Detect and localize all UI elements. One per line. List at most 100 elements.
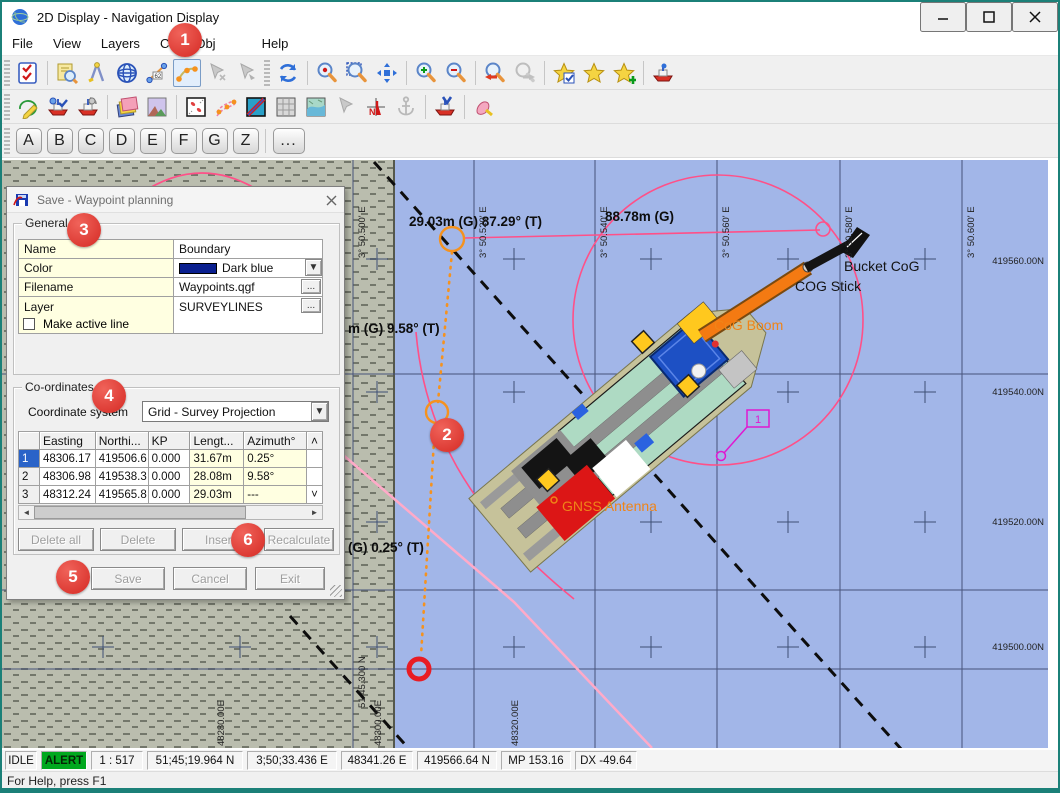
zoom-next-button[interactable]: [511, 59, 539, 87]
row1-length[interactable]: 31.67m: [190, 450, 244, 468]
dialog-title-bar[interactable]: Save - Waypoint planning: [7, 187, 344, 213]
toolbar-grip[interactable]: [4, 128, 10, 154]
cursor-select-button[interactable]: [233, 59, 261, 87]
view-button-a[interactable]: A: [16, 128, 42, 154]
scatter-tile-button[interactable]: [182, 93, 210, 121]
zoom-out-button[interactable]: [442, 59, 470, 87]
route-dots-button[interactable]: [212, 93, 240, 121]
diagonal-tile-button[interactable]: [242, 93, 270, 121]
map-tile-button[interactable]: [302, 93, 330, 121]
row2-azimuth[interactable]: 9.58°: [244, 468, 307, 486]
dividers-button[interactable]: [83, 59, 111, 87]
view-button-z[interactable]: Z: [233, 128, 259, 154]
row2-num[interactable]: 2: [19, 468, 40, 486]
toolbar-grip[interactable]: [4, 94, 10, 120]
col-easting[interactable]: Easting: [40, 432, 96, 450]
toolbar-grip[interactable]: [264, 60, 270, 86]
dialog-resize-grip[interactable]: [330, 585, 342, 597]
refresh-button[interactable]: [274, 59, 302, 87]
hscroll-thumb[interactable]: [34, 506, 246, 519]
layer-input[interactable]: SURVEYLINES ...: [174, 297, 322, 316]
row3-northing[interactable]: 419565.8: [96, 486, 149, 504]
hscroll-left-icon[interactable]: ◄: [19, 506, 34, 519]
grid-tile-button[interactable]: [272, 93, 300, 121]
row1-azimuth[interactable]: 0.25°: [244, 450, 307, 468]
maximize-button[interactable]: [966, 2, 1012, 32]
row3-length[interactable]: 29.03m: [190, 486, 244, 504]
menu-view[interactable]: View: [43, 34, 91, 53]
table-hscrollbar[interactable]: ◄ ►: [18, 505, 323, 520]
coordinate-system-select[interactable]: Grid - Survey Projection ▼: [142, 401, 329, 422]
vessel-antenna-button[interactable]: [74, 93, 102, 121]
exit-button[interactable]: Exit: [255, 567, 325, 590]
north-arrow-button[interactable]: N: [362, 93, 390, 121]
row1-easting[interactable]: 48306.17: [40, 450, 96, 468]
notes-search-button[interactable]: [53, 59, 81, 87]
eraser-button[interactable]: [470, 93, 498, 121]
make-active-checkbox-cell[interactable]: Make active line: [19, 315, 174, 333]
draw-area-button[interactable]: [14, 93, 42, 121]
globe-button[interactable]: [113, 59, 141, 87]
col-kp[interactable]: KP: [149, 432, 191, 450]
view-button-e[interactable]: E: [140, 128, 166, 154]
menu-help[interactable]: Help: [252, 34, 299, 53]
cursor-track-button[interactable]: [203, 59, 231, 87]
col-length[interactable]: Lengt...: [190, 432, 244, 450]
waypoint-line-button[interactable]: [173, 59, 201, 87]
waypoint-row-2[interactable]: 2 48306.98 419538.3 0.000 28.08m 9.58°: [19, 468, 323, 486]
color-dropdown[interactable]: Dark blue ▼: [174, 259, 322, 277]
view-button-d[interactable]: D: [109, 128, 135, 154]
view-button-g[interactable]: G: [202, 128, 228, 154]
anchor-button[interactable]: [392, 93, 420, 121]
save-button[interactable]: Save: [91, 567, 165, 590]
layer-sheets-button[interactable]: [113, 93, 141, 121]
waypoint-row-1[interactable]: 1 48306.17 419506.6 0.000 31.67m 0.25°: [19, 450, 323, 468]
delete-button[interactable]: Delete: [100, 528, 176, 551]
vessel-check-button[interactable]: [44, 93, 72, 121]
make-active-checkbox[interactable]: [23, 318, 35, 330]
filename-input[interactable]: Waypoints.qgf ...: [174, 278, 322, 296]
zoom-point-button[interactable]: [313, 59, 341, 87]
coordinate-system-arrow-icon[interactable]: ▼: [311, 402, 328, 421]
terrain-button[interactable]: [143, 93, 171, 121]
hscroll-right-icon[interactable]: ►: [307, 506, 322, 519]
table-scroll-track[interactable]: [307, 450, 323, 468]
menu-layers[interactable]: Layers: [91, 34, 150, 53]
row3-azimuth[interactable]: ---: [244, 486, 307, 504]
menu-file[interactable]: File: [2, 34, 43, 53]
zoom-in-button[interactable]: [412, 59, 440, 87]
view-button-f[interactable]: F: [171, 128, 197, 154]
row2-northing[interactable]: 419538.3: [96, 468, 149, 486]
favorite-check-button[interactable]: [550, 59, 578, 87]
row3-kp[interactable]: 0.000: [149, 486, 191, 504]
dialog-close-icon[interactable]: [322, 191, 340, 209]
waypoint-row-3[interactable]: 3 48312.24 419565.8 0.000 29.03m --- ˅: [19, 486, 323, 504]
zoom-previous-button[interactable]: [481, 59, 509, 87]
cursor-flag-button[interactable]: [332, 93, 360, 121]
cancel-button[interactable]: Cancel: [173, 567, 247, 590]
view-button-b[interactable]: B: [47, 128, 73, 154]
layer-browse-button[interactable]: ...: [301, 298, 321, 313]
table-scroll-track[interactable]: [307, 468, 323, 486]
pan-button[interactable]: [373, 59, 401, 87]
delete-all-button[interactable]: Delete all: [18, 528, 94, 551]
row3-easting[interactable]: 48312.24: [40, 486, 96, 504]
filename-browse-button[interactable]: ...: [301, 279, 321, 294]
favorite-button[interactable]: [580, 59, 608, 87]
measure-distance-button[interactable]: 62: [143, 59, 171, 87]
vessel-flag-button[interactable]: [431, 93, 459, 121]
zoom-window-button[interactable]: [343, 59, 371, 87]
minimize-button[interactable]: [920, 2, 966, 32]
color-dropdown-arrow-icon[interactable]: ▼: [305, 259, 322, 276]
toolbar-grip[interactable]: [4, 60, 10, 86]
close-button[interactable]: [1012, 2, 1058, 32]
row2-kp[interactable]: 0.000: [149, 468, 191, 486]
row1-kp[interactable]: 0.000: [149, 450, 191, 468]
view-button-more[interactable]: ...: [273, 128, 305, 154]
view-button-c[interactable]: C: [78, 128, 104, 154]
col-northing[interactable]: Northi...: [96, 432, 149, 450]
recalculate-button[interactable]: Recalculate: [264, 528, 334, 551]
table-scroll-up-icon[interactable]: ˄: [307, 432, 323, 450]
table-scroll-down-icon[interactable]: ˅: [307, 486, 323, 504]
row2-easting[interactable]: 48306.98: [40, 468, 96, 486]
